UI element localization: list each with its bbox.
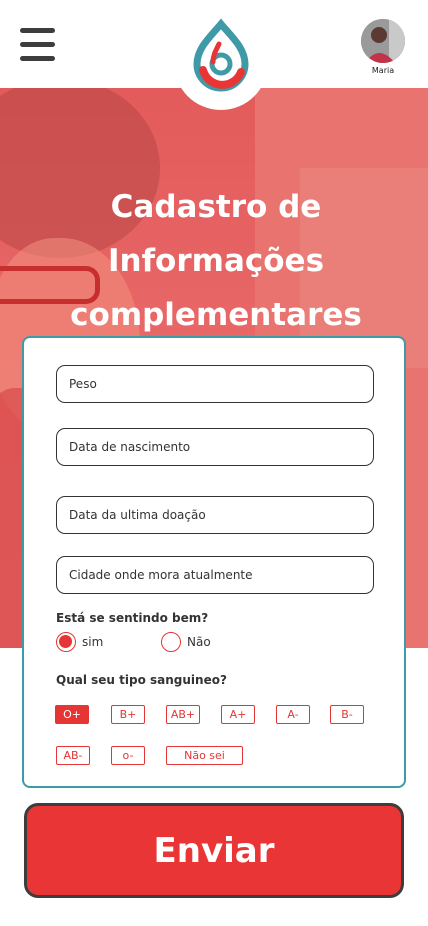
user-name: Maria: [371, 66, 395, 75]
radio-label-yes: sim: [82, 635, 104, 649]
feeling-radio-no[interactable]: Não: [161, 632, 211, 652]
feeling-question-label: Está se sentindo bem?: [56, 611, 209, 625]
page-title: Cadastro de Informações complementares: [30, 180, 402, 342]
menu-bar: [20, 42, 55, 47]
page-title-line: Cadastro de: [110, 189, 322, 225]
birth-date-input[interactable]: [56, 428, 374, 466]
blood-type-option-o-plus[interactable]: O+: [55, 705, 89, 724]
blood-type-option-a-minus[interactable]: A-: [276, 705, 310, 724]
blood-type-option-o-minus[interactable]: o-: [111, 746, 145, 765]
radio-selected-icon: [56, 632, 76, 652]
last-donation-date-input[interactable]: [56, 496, 374, 534]
blood-type-option-b-plus[interactable]: B+: [111, 705, 145, 724]
user-avatar[interactable]: [361, 19, 405, 63]
feeling-radio-yes[interactable]: sim: [56, 632, 103, 652]
blood-type-option-ab-minus[interactable]: AB-: [56, 746, 90, 765]
weight-input[interactable]: [56, 365, 374, 403]
radio-unselected-icon: [161, 632, 181, 652]
radio-label-no: Não: [187, 635, 211, 649]
blood-type-option-a-plus[interactable]: A+: [221, 705, 255, 724]
app-logo: [174, 10, 268, 110]
blood-type-option-b-minus[interactable]: B-: [330, 705, 364, 724]
blood-type-option-unknown[interactable]: Não sei: [166, 746, 243, 765]
menu-bar: [20, 28, 55, 33]
menu-bar: [20, 56, 55, 61]
info-form-card: Está se sentindo bem? sim Não Qual seu t…: [22, 336, 406, 788]
blood-drop-logo-icon: [193, 18, 249, 92]
hamburger-menu-icon[interactable]: [20, 28, 55, 62]
page-title-line: complementares: [70, 297, 362, 333]
submit-button[interactable]: Enviar: [24, 803, 404, 898]
page-title-line: Informações: [107, 243, 325, 279]
blood-type-question-label: Qual seu tipo sanguineo?: [56, 673, 227, 687]
city-input[interactable]: [56, 556, 374, 594]
avatar-image: [361, 19, 405, 63]
blood-type-option-ab-plus[interactable]: AB+: [166, 705, 200, 724]
